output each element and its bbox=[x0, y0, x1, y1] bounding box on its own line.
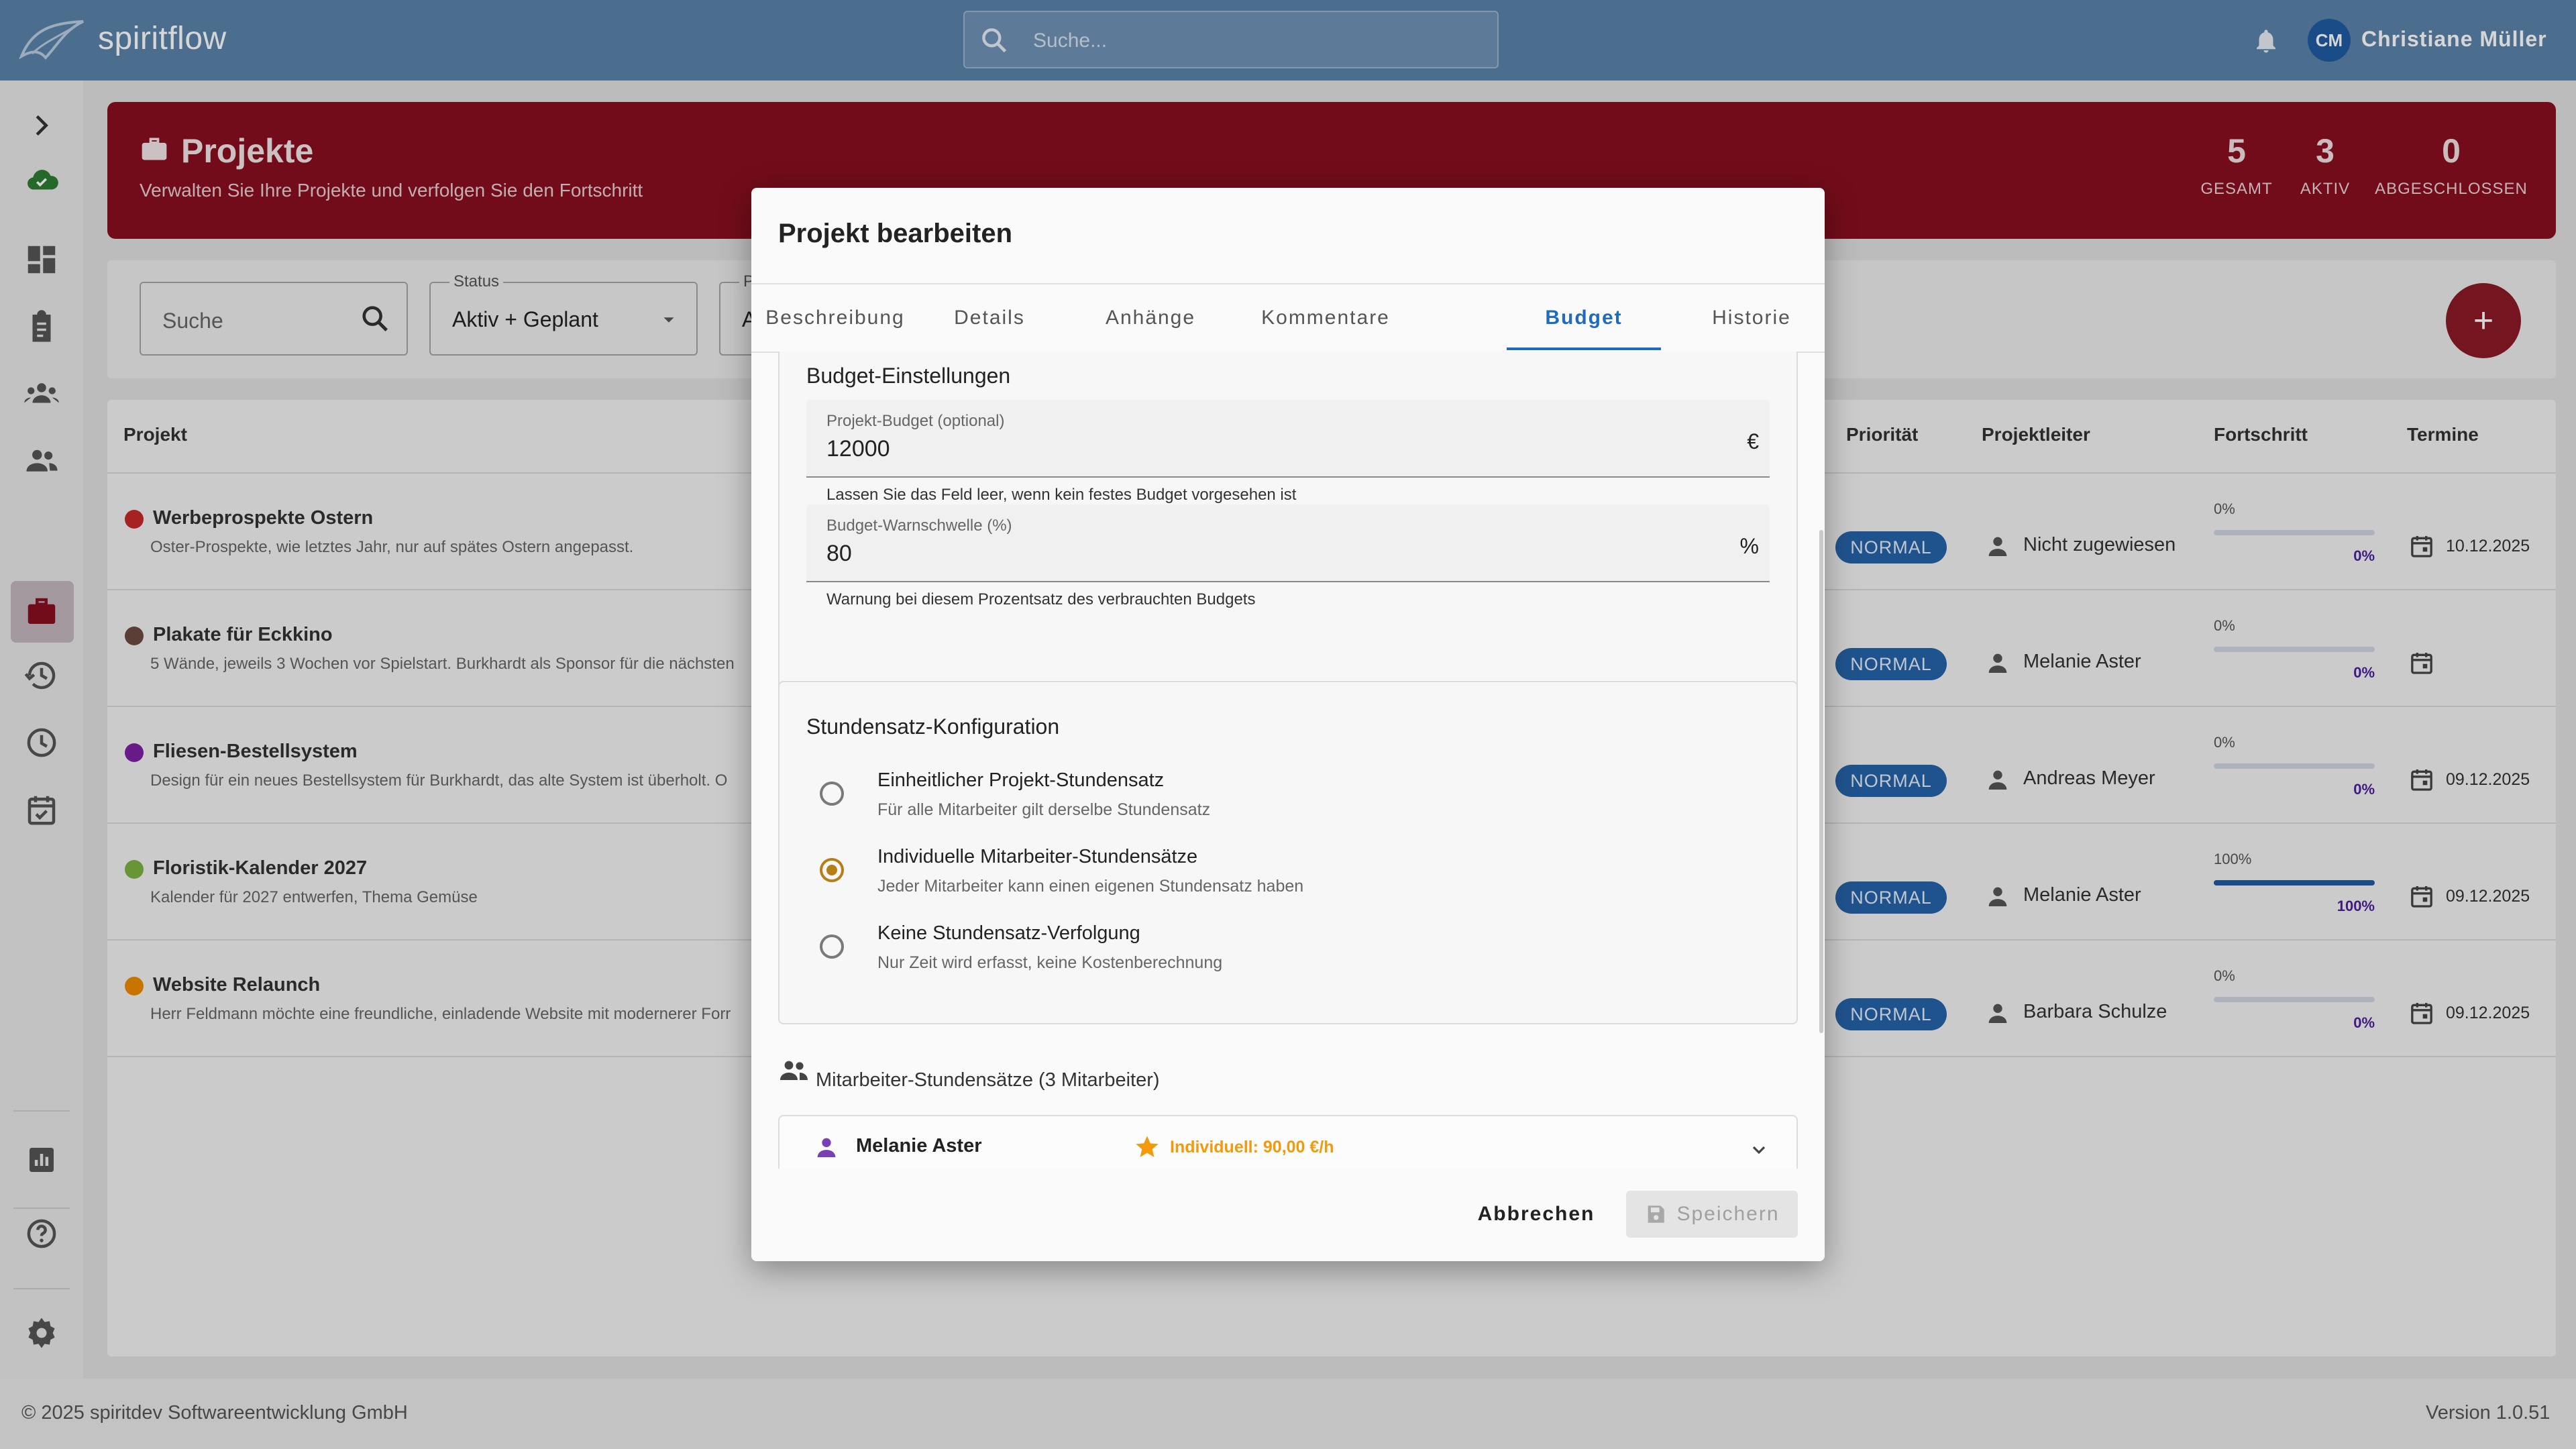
budget-settings-heading: Budget-Einstellungen bbox=[806, 364, 1011, 388]
project-budget-value: 12000 bbox=[826, 436, 890, 462]
budget-warning-help: Warnung bei diesem Prozentsatz des verbr… bbox=[826, 590, 1256, 608]
option-individual-desc: Jeder Mitarbeiter kann einen eigenen Stu… bbox=[877, 877, 1304, 896]
budget-warning-field[interactable]: Budget-Warnschwelle (%) 80 % bbox=[806, 504, 1770, 582]
chevron-down-icon[interactable] bbox=[1748, 1139, 1770, 1161]
dialog-scrollbar[interactable] bbox=[1819, 530, 1823, 1033]
tab-budget[interactable]: Budget bbox=[1507, 284, 1661, 352]
star-icon bbox=[1136, 1136, 1159, 1157]
percent-suffix: % bbox=[1739, 534, 1759, 558]
euro-suffix: € bbox=[1747, 429, 1759, 453]
project-budget-help: Lassen Sie das Feld leer, wenn kein fest… bbox=[826, 486, 1297, 504]
group-icon bbox=[780, 1061, 808, 1080]
option-individual-label[interactable]: Individuelle Mitarbeiter-Stundensätze bbox=[877, 846, 1197, 868]
radio-individual-rates[interactable] bbox=[820, 858, 844, 882]
active-tab-indicator bbox=[1507, 347, 1661, 350]
option-none-desc: Nur Zeit wird erfasst, keine Kostenberec… bbox=[877, 953, 1223, 972]
tab-details[interactable]: Details bbox=[919, 284, 1060, 352]
save-button[interactable]: Speichern bbox=[1626, 1191, 1798, 1238]
option-uniform-label[interactable]: Einheitlicher Projekt-Stundensatz bbox=[877, 769, 1164, 792]
tab-beschreibung[interactable]: Beschreibung bbox=[765, 284, 906, 352]
radio-no-tracking[interactable] bbox=[820, 934, 844, 959]
save-label: Speichern bbox=[1676, 1203, 1780, 1225]
employee-rates-heading: Mitarbeiter-Stundensätze (3 Mitarbeiter) bbox=[816, 1069, 1160, 1091]
tab-historie[interactable]: Historie bbox=[1681, 284, 1822, 352]
budget-warning-value: 80 bbox=[826, 541, 852, 566]
save-icon bbox=[1648, 1205, 1665, 1223]
project-budget-field[interactable]: Projekt-Budget (optional) 12000 € bbox=[806, 400, 1770, 478]
employee-rate: Individuell: 90,00 €/h bbox=[1170, 1138, 1334, 1157]
cancel-button[interactable]: Abbrechen bbox=[1469, 1191, 1603, 1238]
dialog-tabs: Beschreibung Details Anhänge Kommentare … bbox=[751, 283, 1825, 353]
budget-warning-label: Budget-Warnschwelle (%) bbox=[826, 517, 1012, 535]
employee-name: Melanie Aster bbox=[856, 1135, 982, 1157]
edit-project-dialog: Projekt bearbeiten Beschreibung Details … bbox=[751, 188, 1825, 1261]
tab-anhaenge[interactable]: Anhänge bbox=[1080, 284, 1221, 352]
radio-uniform-rate[interactable] bbox=[820, 782, 844, 806]
person-icon bbox=[817, 1138, 836, 1157]
option-none-label[interactable]: Keine Stundensatz-Verfolgung bbox=[877, 922, 1140, 945]
project-budget-label: Projekt-Budget (optional) bbox=[826, 412, 1005, 430]
hourly-rate-card: Stundensatz-Konfiguration Einheitlicher … bbox=[778, 681, 1798, 1024]
hourly-rate-heading: Stundensatz-Konfiguration bbox=[806, 714, 1060, 739]
tab-kommentare[interactable]: Kommentare bbox=[1238, 284, 1413, 352]
dialog-title: Projekt bearbeiten bbox=[778, 219, 1013, 248]
option-uniform-desc: Für alle Mitarbeiter gilt derselbe Stund… bbox=[877, 800, 1211, 819]
